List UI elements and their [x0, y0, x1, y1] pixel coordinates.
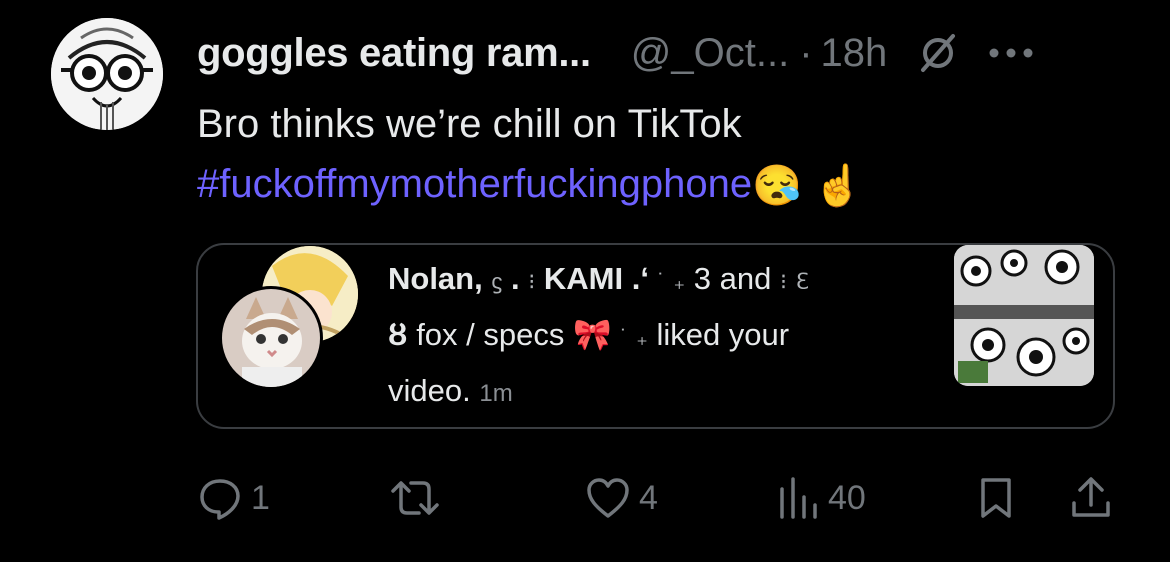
reply-button[interactable]: 1 — [197, 470, 270, 526]
repost-icon — [391, 481, 439, 515]
views-icon — [780, 477, 817, 519]
bookmark-icon — [981, 478, 1011, 518]
post-text-line: Bro thinks we’re chill on TikTok — [197, 102, 742, 146]
liker-name-1: Nolan, — [388, 261, 483, 296]
no-notifications-icon[interactable] — [917, 32, 959, 74]
notification-line-1: Nolan, ϛ . ⁝ KAMI .ʻ ˙ ₊ 3 and ⁝ ℇ — [388, 252, 908, 308]
heart-icon — [587, 478, 629, 518]
video-thumbnail[interactable] — [954, 245, 1094, 386]
decor-symbol: ϛ — [491, 269, 503, 294]
action-bar: 1 4 40 — [0, 470, 1170, 526]
author-name[interactable]: goggles eating ram... — [197, 31, 591, 76]
decor-symbol: . — [510, 261, 520, 296]
views-count: 40 — [828, 478, 866, 517]
decor-symbol: ⁝ — [528, 269, 536, 294]
sleepy-face-emoji: 😪 — [752, 164, 802, 209]
repost-button[interactable] — [389, 470, 449, 526]
decor-symbol: ₊ — [636, 325, 648, 350]
notification-time: 1m — [479, 380, 513, 407]
post-hashtag-line: #fuckoffmymotherfuckingphone😪 ☝️ — [197, 154, 863, 216]
hashtag-link[interactable]: #fuckoffmymotherfuckingphone — [197, 162, 752, 206]
share-button[interactable] — [1068, 470, 1114, 526]
reply-icon — [200, 479, 240, 520]
notification-line-2: ȣ fox / specs 🎀 ˙ ₊ liked your — [388, 308, 908, 364]
goggles-character-image — [51, 18, 163, 130]
post-text: Bro thinks we’re chill on TikTok #fuckof… — [197, 94, 863, 216]
notification-avatar-cat — [219, 286, 323, 390]
video-text: video. — [388, 373, 471, 408]
separator-dot: · — [799, 30, 813, 75]
like-count: 4 — [639, 478, 658, 517]
like-button[interactable]: 4 — [585, 470, 658, 526]
notification-line-3: video. 1m — [388, 364, 908, 420]
author-handle[interactable]: @_Oct... — [631, 31, 789, 76]
manga-collage-image — [954, 245, 1094, 386]
post-header: goggles eating ram... @_Oct... · 18h — [197, 28, 1035, 78]
decor-symbol: .ʻ — [631, 261, 649, 296]
more-icon[interactable] — [987, 46, 1035, 60]
others-count: 3 and — [693, 261, 772, 296]
liked-text: liked your — [656, 317, 790, 352]
decor-symbol: ℇ — [795, 269, 810, 294]
cat-avatar-image — [222, 289, 320, 387]
pointing-up-emoji: ☝️ — [813, 164, 863, 209]
author-avatar[interactable] — [51, 18, 163, 130]
notification-text: Nolan, ϛ . ⁝ KAMI .ʻ ˙ ₊ 3 and ⁝ ℇ ȣ fox… — [388, 252, 908, 420]
bow-emoji: 🎀 — [573, 317, 612, 352]
reply-count: 1 — [251, 478, 270, 517]
share-icon — [1072, 477, 1110, 517]
decor-symbol: ȣ — [388, 317, 408, 352]
post-time[interactable]: 18h — [821, 31, 888, 76]
views-button[interactable]: 40 — [776, 470, 866, 526]
decor-symbol: ₊ — [673, 269, 686, 294]
bookmark-button[interactable] — [976, 470, 1016, 526]
decor-symbol: ˙ — [657, 269, 665, 294]
decor-symbol: ˙ — [620, 325, 628, 350]
liker-name-3: fox / specs — [416, 317, 565, 352]
liker-name-2: KAMI — [543, 261, 624, 296]
decor-symbol: ⁝ — [779, 269, 787, 294]
